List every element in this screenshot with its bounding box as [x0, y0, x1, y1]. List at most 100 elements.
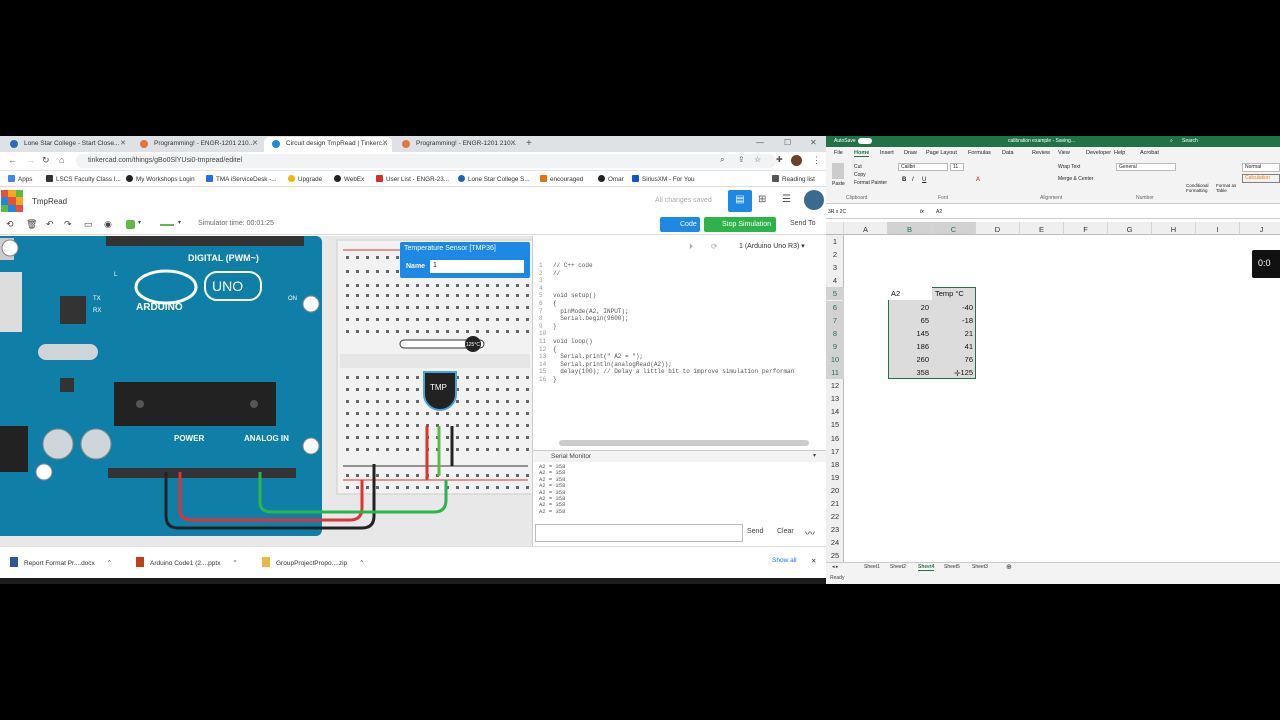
maximize-icon[interactable]: ☐ [784, 138, 791, 147]
share-icon[interactable]: ⇪ [738, 155, 745, 164]
code-line[interactable]: { [553, 346, 557, 353]
delete-icon[interactable]: 🗑 [26, 219, 37, 230]
select-all-corner[interactable] [826, 222, 844, 235]
row-header[interactable]: 25 [826, 549, 844, 562]
code-line[interactable]: pinMode(A2, INPUT); [553, 308, 628, 315]
bookmark-siriusxm[interactable]: SiriusXM - For You [632, 175, 695, 183]
visibility-icon[interactable]: ◉ [104, 219, 112, 230]
number-format-select[interactable]: General [1116, 163, 1176, 171]
format-as-table-button[interactable]: Format as Table [1216, 183, 1240, 193]
code-line[interactable]: Serial.println(analogRead(A2)); [553, 361, 672, 368]
column-header-j[interactable]: J [1240, 222, 1280, 235]
component-list-icon[interactable]: ☰ [782, 194, 791, 205]
star-icon[interactable]: ☆ [754, 155, 761, 164]
notes-icon[interactable]: ▭ [84, 219, 93, 230]
browser-tab-3[interactable]: Circuit design TmpRead | Tinkerc... ✕ [264, 137, 392, 152]
code-text-area[interactable]: 1 // C++ code 2 // 3 4 5 void setup() 6 {7 pinMod… [533, 262, 826, 442]
reload-icon[interactable]: ↻ [42, 155, 50, 166]
font-color-button[interactable]: A [976, 177, 980, 183]
bookmark-tma[interactable]: TMA iServiceDesk -... [206, 175, 277, 183]
bookmark-encouraged[interactable]: encouraged [540, 175, 583, 183]
circuit-view-icon[interactable]: ▤ [728, 190, 752, 212]
extensions-icon[interactable]: ✚ [776, 155, 783, 164]
bookmark-omar[interactable]: Omar [598, 175, 624, 183]
bold-button[interactable]: B [902, 177, 906, 183]
excel-search[interactable]: Search [1182, 138, 1198, 144]
sheet-tab-sheet5[interactable]: Sheet5 [944, 564, 960, 570]
code-line[interactable]: void loop() [553, 338, 593, 345]
cut-button[interactable]: Cut [854, 164, 862, 170]
serial-input[interactable] [535, 524, 743, 542]
collapse-icon[interactable]: ▾ [813, 452, 816, 459]
row-header[interactable]: 9 [826, 339, 844, 353]
chevron-down-icon[interactable]: ▾ [138, 219, 141, 226]
menu-draw[interactable]: Draw [904, 150, 917, 156]
cell-temp-value[interactable]: 76 [932, 353, 976, 366]
bookmark-upgrade[interactable]: Upgrade [288, 175, 322, 183]
close-icon[interactable]: ✕ [811, 557, 816, 565]
menu-data[interactable]: Data [1002, 150, 1014, 156]
menu-file[interactable]: File [834, 150, 843, 156]
url-input[interactable]: tinkercad.com/things/gBo0SlYUsi0-tmpread… [76, 154, 776, 168]
menu-formulas[interactable]: Formulas [968, 150, 991, 156]
add-sheet-icon[interactable]: ⊕ [1006, 563, 1012, 571]
row-header[interactable]: 18 [826, 458, 844, 471]
menu-home[interactable]: Home [854, 150, 870, 157]
cell-c5[interactable]: Temp °C [932, 287, 976, 300]
column-header-g[interactable]: G [1108, 222, 1152, 235]
row-header[interactable]: 22 [826, 510, 844, 523]
code-line[interactable]: { [553, 300, 557, 307]
format-painter-button[interactable]: Format Painter [854, 180, 887, 186]
cell-b5[interactable]: A2 [888, 287, 932, 301]
bookmark-workshops[interactable]: My Workshops Login [126, 175, 195, 183]
project-title[interactable]: TmpRead [32, 197, 67, 206]
copy-button[interactable]: Copy [854, 172, 866, 178]
row-header[interactable]: 4 [826, 274, 844, 287]
menu-review[interactable]: Review [1032, 150, 1050, 156]
sheet-tab-sheet3[interactable]: Sheet3 [972, 564, 988, 570]
wire-type-icon[interactable] [160, 224, 174, 226]
underline-button[interactable]: U [922, 177, 926, 183]
paste-icon[interactable] [832, 163, 844, 179]
browser-tab-2[interactable]: Programming! - ENGR-1201 210... ✕ [132, 137, 262, 152]
row-header[interactable]: 6 [826, 300, 844, 314]
cell-temp-value[interactable]: 21 [932, 327, 976, 340]
chevron-up-icon[interactable]: ⌃ [107, 560, 112, 567]
redo-icon[interactable]: ↷ [64, 219, 72, 230]
cell-temp-value[interactable]: -18 [932, 314, 976, 327]
row-header[interactable]: 17 [826, 445, 844, 458]
chevron-down-icon[interactable]: ▾ [178, 219, 181, 226]
row-header[interactable]: 15 [826, 418, 844, 431]
row-header[interactable]: 23 [826, 523, 844, 536]
cell-a2-value[interactable]: 260 [888, 353, 932, 366]
row-header[interactable]: 10 [826, 352, 844, 366]
chevron-up-icon[interactable]: ⌃ [359, 560, 364, 567]
paste-label[interactable]: Paste [832, 181, 845, 187]
column-header-e[interactable]: E [1020, 222, 1064, 235]
sheet-nav-icon[interactable]: ◂ ▸ [832, 564, 838, 570]
column-header-a[interactable]: A [844, 222, 888, 235]
forward-icon[interactable]: → [26, 155, 35, 165]
download-item-1[interactable]: Report Format Pr....docx ⌃ [10, 557, 112, 567]
cell-temp-value[interactable]: -40 [932, 301, 976, 314]
close-icon[interactable]: ✕ [382, 139, 388, 147]
column-header-i[interactable]: I [1196, 222, 1240, 235]
cell-a2-value[interactable]: 20 [888, 301, 932, 314]
code-line[interactable]: Serial.print(" A2 = "); [553, 353, 643, 360]
send-button[interactable]: Send [747, 528, 763, 535]
stop-simulation-button[interactable]: Stop Simulation [704, 217, 776, 232]
cell-a2-value[interactable]: 65 [888, 314, 932, 327]
show-all-link[interactable]: Show all [772, 557, 797, 564]
search-icon[interactable]: ⌕ [720, 155, 724, 165]
font-size-select[interactable]: 11 [950, 163, 964, 171]
menu-help[interactable]: Help [1114, 150, 1125, 156]
cell-temp-value[interactable]: 41 [932, 340, 976, 353]
sheet-tab-sheet4[interactable]: Sheet4 [918, 564, 935, 571]
code-line[interactable]: } [553, 376, 557, 383]
bookmark-apps[interactable]: Apps [8, 175, 32, 183]
chevron-up-icon[interactable]: ⌃ [232, 560, 237, 567]
schematic-icon[interactable]: ⊞ [758, 194, 766, 205]
style-normal[interactable]: Normal [1242, 163, 1280, 172]
browser-tab-1[interactable]: Lone Star College - Start Close... ✕ [2, 137, 130, 152]
row-header[interactable]: 2 [826, 248, 844, 261]
